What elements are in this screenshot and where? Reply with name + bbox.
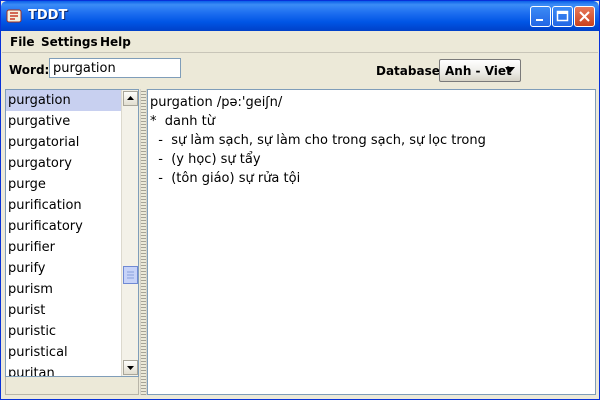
word-list-footer xyxy=(5,377,139,395)
definition-line: - (y học) sự tẩy xyxy=(150,152,261,167)
window-title: TDDT xyxy=(28,8,68,23)
minimize-button[interactable] xyxy=(530,6,551,27)
word-input[interactable] xyxy=(49,58,181,78)
word-label: Word: xyxy=(9,63,50,77)
dictionary-app-icon xyxy=(6,9,22,23)
close-icon xyxy=(579,11,590,22)
database-label: Database: xyxy=(376,64,445,78)
chevron-down-icon xyxy=(505,67,515,73)
split-pane-divider[interactable] xyxy=(140,89,147,395)
word-list-item[interactable]: purify xyxy=(6,258,122,279)
definition-line: - (tôn giáo) sự rửa tội xyxy=(150,171,301,186)
menu-file[interactable]: File xyxy=(10,35,35,49)
word-list-item[interactable]: purgatorial xyxy=(6,132,122,153)
grip-icon xyxy=(127,271,134,279)
word-list-item[interactable]: purification xyxy=(6,195,122,216)
word-list-scrollbar[interactable] xyxy=(121,90,138,376)
app-window: TDDT File Settings Help Word: Database: … xyxy=(0,0,600,400)
close-button[interactable] xyxy=(574,6,595,27)
word-list-item[interactable]: purism xyxy=(6,279,122,300)
menu-help[interactable]: Help xyxy=(100,35,131,49)
word-list[interactable]: purgation purgative purgatorial purgatory pu… xyxy=(6,90,122,376)
definition-line: - sự làm sạch, sự làm cho trong sạch, sự… xyxy=(150,133,486,148)
definition-headword: purgation /pə:'geiʃn/ xyxy=(150,95,283,110)
word-list-item[interactable]: purgative xyxy=(6,111,122,132)
word-list-item[interactable]: puristical xyxy=(6,342,122,363)
maximize-icon xyxy=(556,10,569,22)
menu-bar: File Settings Help xyxy=(2,32,598,53)
word-list-item[interactable]: purificatory xyxy=(6,216,122,237)
scroll-up-button[interactable] xyxy=(123,91,138,106)
database-select[interactable]: Anh - Viet xyxy=(439,59,521,82)
definition-panel: purgation /pə:'geiʃn/ * danh từ - sự làm … xyxy=(147,89,596,395)
word-list-item[interactable]: purifier xyxy=(6,237,122,258)
word-list-item[interactable]: puritan xyxy=(6,363,122,376)
definition-line: * danh từ xyxy=(150,114,215,129)
menu-settings[interactable]: Settings xyxy=(41,35,98,49)
scroll-down-button[interactable] xyxy=(123,360,138,375)
title-bar[interactable]: TDDT xyxy=(1,1,599,31)
word-list-item[interactable]: purgation xyxy=(6,90,122,111)
word-list-item[interactable]: purge xyxy=(6,174,122,195)
word-list-item[interactable]: purgatory xyxy=(6,153,122,174)
scroll-thumb[interactable] xyxy=(123,266,138,284)
word-list-item[interactable]: puristic xyxy=(6,321,122,342)
search-toolbar: Word: Database: Anh - Viet xyxy=(2,54,598,88)
arrow-up-icon xyxy=(127,96,134,100)
word-list-panel: purgation purgative purgatorial purgatory pu… xyxy=(5,89,139,377)
arrow-down-icon xyxy=(127,366,134,370)
maximize-button[interactable] xyxy=(552,6,573,27)
word-list-item[interactable]: purist xyxy=(6,300,122,321)
minimize-icon xyxy=(536,19,543,21)
database-value: Anh - Viet xyxy=(445,64,512,78)
